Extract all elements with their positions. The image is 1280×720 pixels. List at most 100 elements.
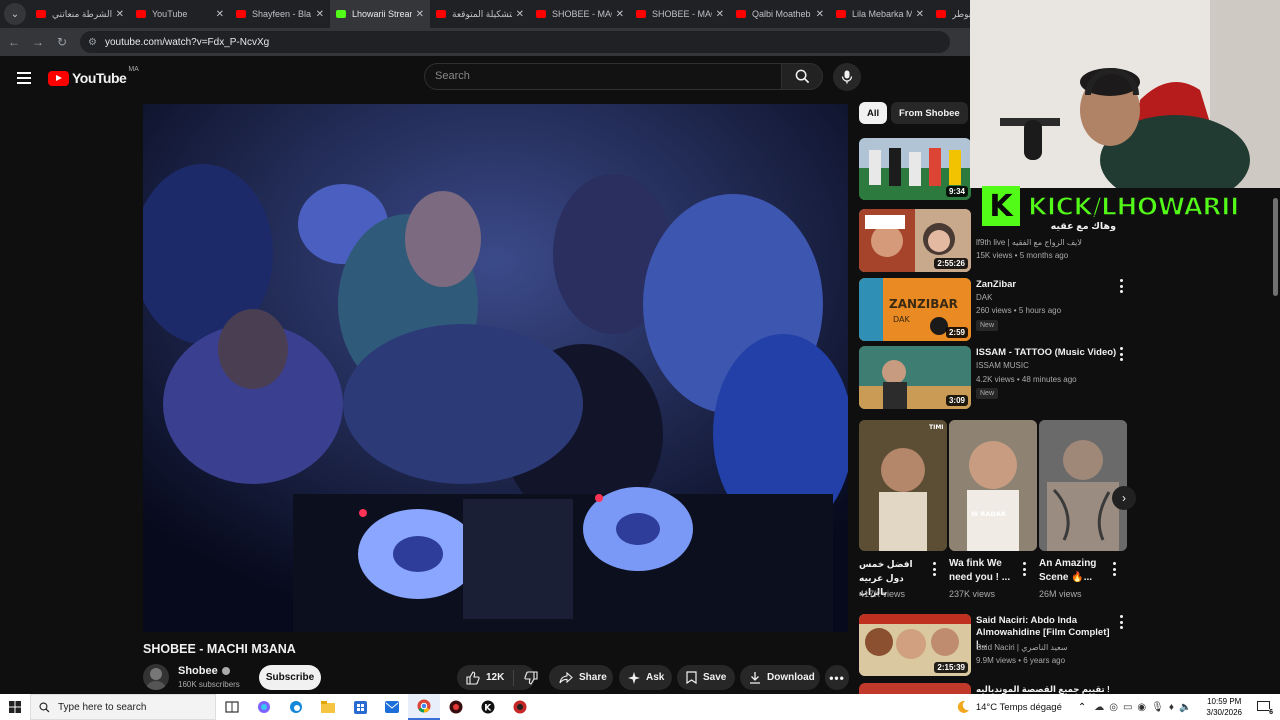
browser-tab[interactable]: الشرطة منعاتني ✕ xyxy=(30,0,130,28)
video-options-icon[interactable] xyxy=(1119,279,1123,293)
tab-label: SHOBEE - MAC xyxy=(552,9,612,19)
related-thumbnail[interactable]: 2:55:26 xyxy=(859,209,971,272)
short-options-icon[interactable] xyxy=(1022,562,1026,576)
browser-tab[interactable]: Lhowarii Stream ✕ xyxy=(330,0,430,28)
browser-tab[interactable]: SHOBEE - MAC ✕ xyxy=(530,0,630,28)
forward-arrow-icon[interactable]: → xyxy=(26,35,50,49)
youtube-icon xyxy=(236,10,246,18)
youtube-play-icon xyxy=(48,70,69,86)
ask-button[interactable]: Ask xyxy=(619,665,672,690)
video-options-icon[interactable] xyxy=(1119,347,1123,361)
tray-icon-group[interactable]: ☁◎▭◉🎙♦🔈 xyxy=(1094,702,1196,713)
close-tab-icon[interactable]: ✕ xyxy=(416,9,424,20)
chrome-icon[interactable] xyxy=(408,694,440,720)
task-view-icon[interactable] xyxy=(216,694,248,720)
short-title[interactable]: Wa fink We need you ! ... xyxy=(949,557,1023,585)
close-tab-icon[interactable]: ✕ xyxy=(916,9,924,20)
youtube-icon xyxy=(936,10,946,18)
shelf-next-button[interactable]: › xyxy=(1112,486,1136,510)
short-thumbnail[interactable] xyxy=(1039,420,1127,551)
youtube-icon xyxy=(436,10,446,18)
channel-name[interactable]: Shobee xyxy=(178,665,218,677)
like-button[interactable]: 12K xyxy=(466,669,515,686)
save-button[interactable]: Save xyxy=(677,665,735,690)
download-button[interactable]: Download xyxy=(740,665,820,690)
back-arrow-icon[interactable]: ← xyxy=(2,35,26,49)
kick-app-icon[interactable]: K xyxy=(472,694,504,720)
tab-label: Shayfeen - Bla xyxy=(252,9,312,19)
related-thumbnail[interactable]: 9:34 xyxy=(859,138,971,200)
short-thumbnail[interactable]: TIMI xyxy=(859,420,947,551)
close-tab-icon[interactable]: ✕ xyxy=(516,9,524,20)
chip-from-channel[interactable]: From Shobee xyxy=(891,102,968,124)
related-channel[interactable]: ISSAM MUSIC xyxy=(976,359,1029,373)
search-input[interactable]: Search xyxy=(424,63,782,90)
notification-button[interactable]: 6 xyxy=(1252,699,1274,716)
scrollbar-thumb[interactable] xyxy=(1273,198,1278,296)
browser-tab[interactable]: Lila Mebarka M ✕ xyxy=(830,0,930,28)
browser-tab[interactable]: YouTube ✕ xyxy=(130,0,230,28)
youtube-logo[interactable]: YouTube MA xyxy=(48,66,139,86)
dislike-button[interactable] xyxy=(524,670,544,685)
close-tab-icon[interactable]: ✕ xyxy=(816,9,824,20)
close-tab-icon[interactable]: ✕ xyxy=(716,9,724,20)
close-tab-icon[interactable]: ✕ xyxy=(616,9,624,20)
moon-icon xyxy=(957,700,969,713)
close-tab-icon[interactable]: ✕ xyxy=(216,9,224,20)
chip-all[interactable]: All xyxy=(859,102,888,124)
app-record-icon[interactable] xyxy=(440,694,472,720)
related-thumbnail[interactable]: 3:09 xyxy=(859,346,971,409)
related-channel[interactable]: lf9th live | لايف الزواج مع الفقيه xyxy=(976,236,1082,250)
kick-icon xyxy=(336,10,346,18)
browser-tab[interactable]: Qalbi Moatheb ✕ xyxy=(730,0,830,28)
file-explorer-icon[interactable] xyxy=(312,694,344,720)
short-thumbnail[interactable]: W RADAR xyxy=(949,420,1037,551)
svg-text:DAK: DAK xyxy=(893,315,910,324)
store-icon[interactable] xyxy=(344,694,376,720)
short-options-icon[interactable] xyxy=(1112,562,1116,576)
channel-avatar[interactable] xyxy=(143,664,169,690)
close-tab-icon[interactable]: ✕ xyxy=(116,9,124,20)
close-tab-icon[interactable]: ✕ xyxy=(316,9,324,20)
related-channel[interactable]: Said Naciri | سعيد الناصري xyxy=(976,641,1068,655)
browser-tab[interactable]: التشكيلة المتوقعة ✕ xyxy=(430,0,530,28)
related-thumbnail[interactable]: 2:15:39 xyxy=(859,614,971,676)
video-player[interactable] xyxy=(143,104,848,632)
related-thumbnail[interactable] xyxy=(859,683,971,694)
weather-widget[interactable]: 14°C Temps dégagé xyxy=(956,700,1062,714)
taskbar-search[interactable]: Type here to search xyxy=(30,694,216,720)
share-button[interactable]: Share xyxy=(549,665,613,690)
tab-search-button[interactable]: ⌄ xyxy=(4,3,26,25)
video-options-icon[interactable] xyxy=(1119,615,1123,629)
related-title[interactable]: ! تقييم جميع القصصة الموندياليه xyxy=(976,683,1110,694)
start-button[interactable] xyxy=(0,701,30,713)
related-title[interactable]: ZanZibar xyxy=(976,279,1016,291)
page-scrollbar[interactable] xyxy=(1272,188,1280,692)
related-channel[interactable]: DAK xyxy=(976,291,992,305)
url-text: youtube.com/watch?v=Fdx_P-NcvXg xyxy=(104,36,270,48)
related-title[interactable]: ISSAM - TATTOO (Music Video) xyxy=(976,347,1116,359)
related-thumbnail[interactable]: ZANZIBAR DAK 2:59 xyxy=(859,278,971,341)
search-icon xyxy=(39,701,50,712)
like-count: 12K xyxy=(486,672,505,683)
system-clock[interactable]: 10:59 PM 3/30/2026 xyxy=(1206,696,1242,718)
related-meta: 4.2K views • 48 minutes ago xyxy=(976,375,1077,384)
url-field[interactable]: ⚙ youtube.com/watch?v=Fdx_P-NcvXg xyxy=(80,31,950,53)
voice-search-button[interactable] xyxy=(833,63,861,91)
more-actions-button[interactable]: ••• xyxy=(825,665,849,690)
copilot-icon[interactable] xyxy=(248,694,280,720)
site-info-icon[interactable]: ⚙ xyxy=(88,37,97,48)
menu-icon[interactable] xyxy=(17,72,31,84)
chrome-alt-icon[interactable] xyxy=(504,694,536,720)
short-title[interactable]: An Amazing Scene 🔥... xyxy=(1039,557,1113,585)
browser-tab[interactable]: SHOBEE - MAC ✕ xyxy=(630,0,730,28)
tray-chevron-icon[interactable]: ⌃ xyxy=(1078,702,1086,713)
search-button[interactable] xyxy=(781,63,823,90)
short-options-icon[interactable] xyxy=(932,562,936,576)
subscribe-button[interactable]: Subscribe xyxy=(259,665,321,690)
edge-icon[interactable] xyxy=(280,694,312,720)
tab-label: الشرطة منعاتني xyxy=(52,8,112,19)
browser-tab[interactable]: Shayfeen - Bla ✕ xyxy=(230,0,330,28)
reload-icon[interactable]: ↻ xyxy=(50,35,74,49)
mail-icon[interactable] xyxy=(376,694,408,720)
